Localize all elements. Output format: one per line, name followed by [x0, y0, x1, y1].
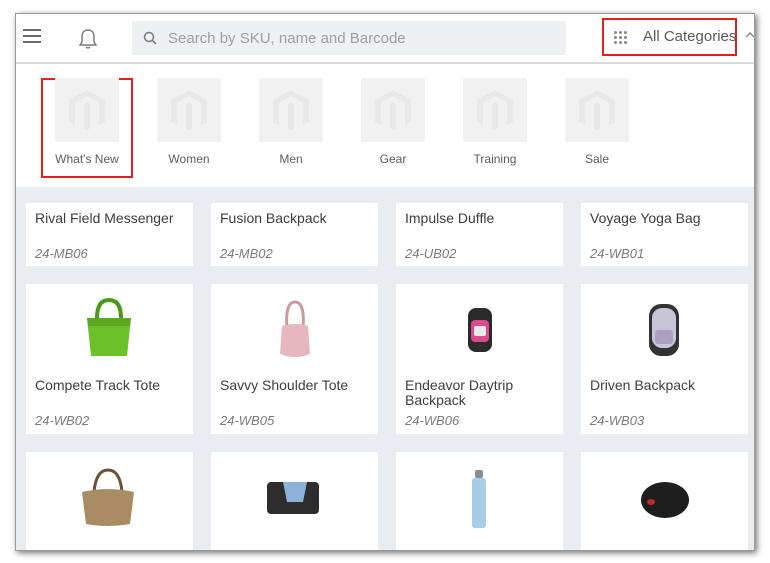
product-sku: 24-MB06	[35, 246, 88, 261]
product-name: Driven Backpack	[590, 377, 696, 393]
product-name: Rival Field Messenger	[35, 210, 174, 226]
product-sku: 24-WB03	[590, 413, 645, 428]
product-card[interactable]: Fusion Backpack 24-MB02	[211, 203, 378, 266]
category-strip: What's New Women Men Gear Training Sale	[16, 64, 754, 187]
product-card[interactable]	[26, 452, 193, 550]
product-image	[472, 470, 486, 528]
app-window: All Categories What's New Women Men	[15, 13, 755, 551]
product-name: Savvy Shoulder Tote	[220, 377, 349, 393]
product-name: Compete Track Tote	[35, 377, 161, 393]
search-bar	[132, 21, 566, 55]
hamburger-menu-icon[interactable]	[22, 26, 44, 48]
product-image	[82, 468, 134, 526]
category-logo-icon	[361, 78, 425, 142]
grid-icon	[614, 31, 628, 45]
product-sku: 24-WB05	[220, 413, 275, 428]
category-gear[interactable]: Gear	[347, 78, 439, 178]
category-logo-icon	[463, 78, 527, 142]
product-image	[468, 308, 492, 352]
search-input[interactable]	[168, 21, 558, 55]
category-label: Women	[168, 152, 210, 166]
product-card[interactable]: Voyage Yoga Bag 24-WB01	[581, 203, 748, 266]
product-card[interactable]: Driven Backpack 24-WB03	[581, 284, 748, 434]
product-card[interactable]	[211, 452, 378, 550]
product-grid: Rival Field Messenger 24-MB06 Fusion Bac…	[16, 187, 754, 550]
product-card[interactable]: Impulse Duffle 24-UB02	[396, 203, 563, 266]
product-sku: 24-WB06	[405, 413, 460, 428]
product-card[interactable]: Savvy Shoulder Tote 24-WB05	[211, 284, 378, 434]
category-label: Sale	[584, 152, 610, 166]
category-training[interactable]: Training	[449, 78, 541, 178]
all-categories-button[interactable]: All Categories	[602, 18, 737, 56]
product-image	[87, 298, 131, 356]
search-icon	[143, 31, 157, 45]
product-image	[267, 482, 319, 514]
product-card[interactable]: Rival Field Messenger 24-MB06	[26, 203, 193, 266]
product-name: Impulse Duffle	[405, 210, 495, 226]
product-name: Endeavor Daytrip Backpack	[405, 377, 514, 408]
product-card[interactable]	[396, 452, 563, 550]
category-logo-icon	[565, 78, 629, 142]
category-logo-icon	[157, 78, 221, 142]
category-whats-new[interactable]: What's New	[41, 78, 133, 178]
product-image	[641, 482, 689, 518]
category-label: What's New	[55, 152, 119, 166]
category-sale[interactable]: Sale	[551, 78, 643, 178]
product-card[interactable]: Endeavor Daytrip Backpack 24-WB06	[396, 284, 563, 434]
category-logo-icon	[259, 78, 323, 142]
all-categories-label: All Categories	[643, 28, 737, 45]
product-image	[280, 300, 310, 357]
product-card[interactable]: Compete Track Tote 24-WB02	[26, 284, 193, 434]
category-label: Men	[279, 152, 303, 166]
category-women[interactable]: Women	[143, 78, 235, 178]
category-men[interactable]: Men	[245, 78, 337, 178]
product-sku: 24-MB02	[220, 246, 273, 261]
category-label: Gear	[379, 152, 407, 166]
category-logo-icon	[55, 78, 119, 142]
top-bar: All Categories	[16, 14, 754, 64]
chevron-up-icon[interactable]	[744, 30, 755, 40]
product-card[interactable]	[581, 452, 748, 550]
product-name: Voyage Yoga Bag	[590, 210, 701, 226]
bell-icon[interactable]	[77, 27, 99, 51]
product-sku: 24-UB02	[405, 246, 457, 261]
product-sku: 24-WB01	[590, 246, 645, 261]
product-image	[649, 304, 679, 356]
product-sku: 24-WB02	[35, 413, 90, 428]
product-name: Fusion Backpack	[220, 210, 327, 226]
category-label: Training	[473, 152, 517, 166]
